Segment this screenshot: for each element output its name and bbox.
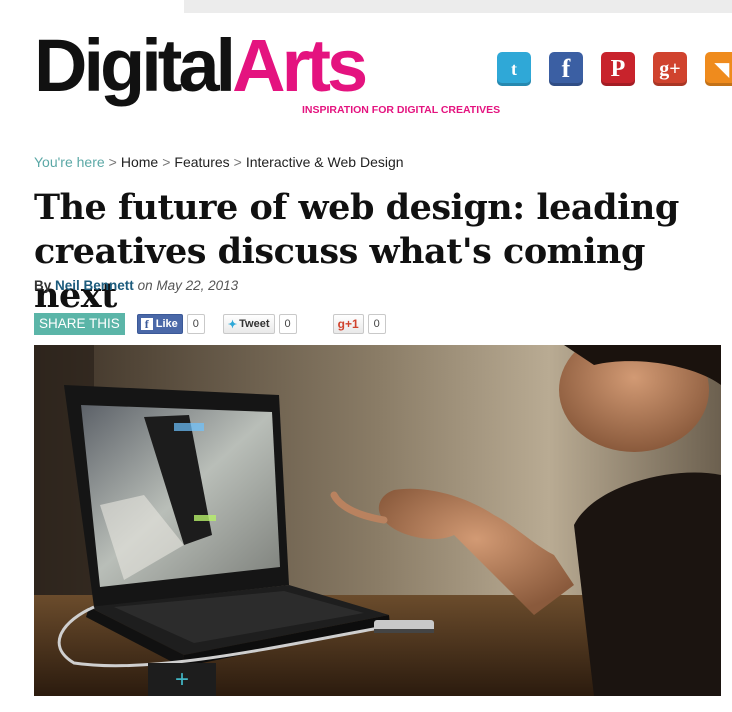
person-shoulder	[574, 472, 721, 696]
site-logo[interactable]: DigitalArts INSPIRATION FOR DIGITAL CREA…	[34, 24, 500, 117]
top-bar	[184, 0, 732, 13]
article-date: May 22, 2013	[156, 278, 239, 293]
article-byline: By Neil Bennett on May 22, 2013	[34, 278, 238, 293]
google-plus-icon[interactable]: g+	[653, 52, 687, 86]
breadcrumb: You're here > Home > Features > Interactive & …	[34, 154, 404, 170]
byline-on: on	[137, 278, 153, 293]
breadcrumb-home[interactable]: Home	[121, 154, 158, 170]
gplus-count: 0	[367, 314, 386, 334]
twitter-icon[interactable]: t	[497, 52, 531, 86]
tweet-label: Tweet	[239, 318, 270, 330]
social-links: t f P g+ ◥	[497, 52, 732, 86]
breadcrumb-interactive-web-design[interactable]: Interactive & Web Design	[246, 154, 404, 170]
breadcrumb-features[interactable]: Features	[174, 154, 229, 170]
share-bar: SHARE THIS f Like 0 ✦ Tweet 0 g+1 0	[34, 313, 386, 335]
twitter-bird-icon: ✦	[227, 318, 238, 331]
facebook-icon: f	[140, 318, 153, 331]
gplus-label: g+1	[337, 317, 359, 331]
facebook-like-button[interactable]: f Like	[136, 314, 183, 334]
tweet-count: 0	[278, 314, 297, 334]
pinterest-icon[interactable]: P	[601, 52, 635, 86]
author-link[interactable]: Neil Bennett	[55, 278, 134, 293]
logo-wordmark: DigitalArts	[34, 24, 368, 107]
google-plus-one-button[interactable]: g+1	[332, 314, 364, 334]
expand-image-button[interactable]: +	[148, 663, 216, 696]
logo-arts: Arts	[232, 24, 368, 107]
facebook-like-label: Like	[155, 318, 178, 330]
tweet-button[interactable]: ✦ Tweet	[222, 314, 275, 334]
breadcrumb-prefix: You're here	[34, 154, 105, 170]
logo-digital: Digital	[34, 24, 236, 107]
share-this-label: SHARE THIS	[34, 313, 125, 335]
rss-icon[interactable]: ◥	[705, 52, 732, 86]
facebook-icon[interactable]: f	[549, 52, 583, 86]
article-title: The future of web design: leading creati…	[34, 187, 679, 316]
facebook-like-count: 0	[186, 314, 205, 334]
byline-by: By	[34, 278, 52, 293]
logo-tagline: INSPIRATION FOR DIGITAL CREATIVES	[302, 104, 501, 116]
hero-illustration	[34, 345, 721, 696]
hero-image	[34, 345, 721, 696]
